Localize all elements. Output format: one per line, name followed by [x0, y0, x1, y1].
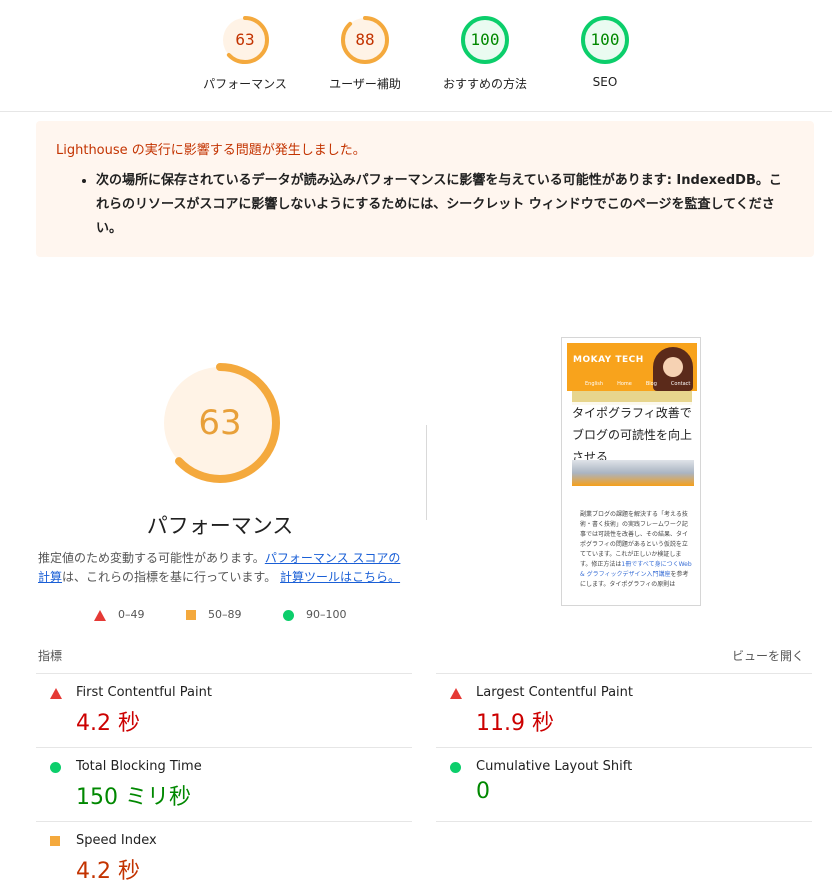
metric-value: 4.2 秒: [76, 711, 140, 736]
red-triangle-icon: [450, 688, 462, 699]
performance-description: 推定値のため変動する可能性があります。パフォーマンス スコアの計算は、これらの指…: [38, 549, 408, 587]
legend-range: 0–49: [118, 608, 145, 621]
metrics-header: 指標: [38, 649, 63, 663]
view-toggle-button[interactable]: ビューを開く: [700, 647, 804, 664]
gauge-score: 63: [235, 30, 255, 49]
gauge-label: ユーザー補助: [329, 77, 401, 91]
performance-title: パフォーマンス: [146, 514, 294, 538]
gauge-best-practices[interactable]: 100 おすすめの方法: [425, 14, 545, 92]
legend-range: 50–89: [208, 608, 242, 621]
thumb-nav-item: Contact: [670, 381, 691, 387]
thumb-header: MOKAY TECH English Home Blog Contact: [567, 343, 697, 391]
legend-average: 50–89: [186, 608, 242, 621]
thumb-body-text: 副業ブログの課題を解決する「考える技術・書く技術」の実践フレームワーク記事では可…: [580, 511, 689, 568]
gauge-label: パフォーマンス: [203, 77, 287, 91]
gauge-label: おすすめの方法: [442, 77, 527, 91]
thumb-nav-item: Blog: [645, 381, 657, 387]
gauge-ring: 88: [339, 14, 391, 66]
divider: [436, 821, 812, 822]
gauge-label: SEO: [592, 75, 618, 89]
calculator-link[interactable]: 計算ツールはこちら。: [280, 570, 400, 584]
thumb-nav: English Home Blog Contact: [585, 381, 700, 387]
gauge-accessibility[interactable]: 88 ユーザー補助: [305, 14, 425, 92]
page-screenshot[interactable]: MOKAY TECH English Home Blog Contact タイポグラフ…: [561, 337, 701, 606]
warning-title: Lighthouse の実行に影響する問題が発生しました。: [56, 143, 366, 158]
gauge-ring: 63: [219, 14, 271, 66]
gauge-performance[interactable]: 63 パフォーマンス: [185, 14, 305, 92]
thumb-avatar-face: [663, 357, 683, 377]
gauge-score: 100: [590, 30, 620, 49]
thumb-hero-image: [572, 460, 694, 486]
green-circle-icon: [450, 762, 461, 773]
legend-pass: 90–100: [283, 608, 347, 621]
metric-name: Total Blocking Time: [76, 759, 202, 774]
vertical-divider: [426, 425, 427, 520]
metric-name: Cumulative Layout Shift: [476, 759, 633, 774]
metric-name: First Contentful Paint: [76, 685, 212, 700]
metric-lcp: Largest Contentful Paint 11.9 秒: [436, 673, 812, 747]
legend-fail: 0–49: [94, 608, 145, 621]
thumb-nav-item: English: [585, 381, 604, 387]
orange-square-icon: [186, 610, 196, 620]
gauge-ring: 100: [579, 14, 631, 66]
runtime-warning: Lighthouse の実行に影響する問題が発生しました。 次の場所に保存されて…: [36, 121, 814, 257]
gauge-seo[interactable]: 100 SEO: [545, 14, 665, 89]
orange-square-icon: [50, 836, 60, 846]
category-gauges: 63 パフォーマンス 88 ユーザー補助 100 おすすめの方法 100 SEO: [0, 0, 832, 112]
legend-range: 90–100: [306, 608, 347, 621]
metric-value: 11.9 秒: [476, 711, 554, 736]
red-triangle-icon: [94, 609, 106, 621]
green-circle-icon: [283, 609, 294, 621]
metric-tbt: Total Blocking Time 150 ミリ秒: [36, 747, 412, 821]
gauge-score: 88: [355, 30, 375, 49]
metric-name: Largest Contentful Paint: [476, 685, 634, 700]
thumb-nav-item: Home: [617, 381, 632, 387]
gauge-score: 100: [470, 30, 500, 49]
warning-list: 次の場所に保存されているデータが読み込みパフォーマンスに影響を与えている可能性が…: [56, 169, 794, 241]
metric-fcp: First Contentful Paint 4.2 秒: [36, 673, 412, 747]
performance-score: 63: [198, 403, 242, 443]
gauge-ring: 100: [459, 14, 511, 66]
metric-value: 150 ミリ秒: [76, 785, 191, 810]
desc-text: は、これらの指標を基に行っています。: [62, 570, 277, 584]
metric-cls: Cumulative Layout Shift 0: [436, 747, 812, 821]
thumb-logo: MOKAY TECH: [573, 355, 644, 365]
desc-text: 推定値のため変動する可能性があります。: [38, 551, 265, 565]
thumb-title: タイポグラフィ改善でブログの可読性を向上させる: [572, 402, 694, 468]
metric-speed-index: Speed Index 4.2 秒: [36, 821, 412, 891]
red-triangle-icon: [50, 688, 62, 699]
performance-gauge: 63: [150, 360, 290, 490]
warning-item: 次の場所に保存されているデータが読み込みパフォーマンスに影響を与えている可能性が…: [96, 169, 794, 241]
metric-value: 4.2 秒: [76, 859, 140, 884]
metric-value: 0: [476, 779, 490, 804]
green-circle-icon: [50, 762, 61, 773]
metric-name: Speed Index: [76, 833, 157, 848]
thumb-body: 副業ブログの課題を解決する「考える技術・書く技術」の実践フレームワーク記事では可…: [580, 510, 692, 590]
